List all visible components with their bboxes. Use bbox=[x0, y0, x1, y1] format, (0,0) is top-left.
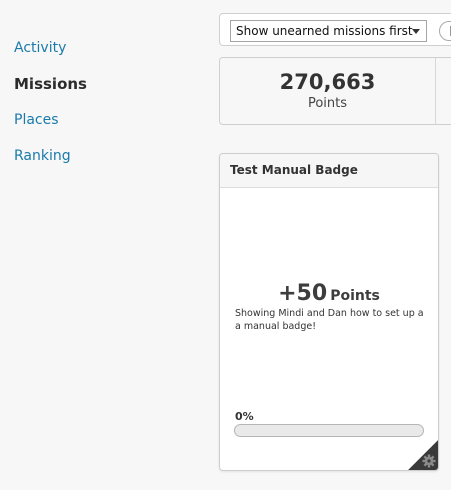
progress-bar bbox=[234, 424, 424, 437]
sidebar-item-places[interactable]: Places bbox=[14, 102, 87, 138]
chevron-down-icon bbox=[412, 29, 420, 34]
sidebar-item-missions[interactable]: Missions bbox=[14, 66, 87, 102]
badge-description: Showing Mindi and Dan how to set up a a … bbox=[235, 308, 424, 332]
reward-label: Points bbox=[330, 288, 380, 304]
progress-percent: 0% bbox=[235, 410, 254, 423]
view-toggle-button[interactable] bbox=[439, 21, 451, 41]
badge-reward: +50 Points bbox=[220, 281, 438, 306]
gear-icon[interactable] bbox=[408, 440, 438, 470]
filter-toolbar: Show unearned missions first bbox=[219, 13, 451, 46]
sidebar-nav: Activity Missions Places Ranking bbox=[14, 30, 87, 174]
points-label: Points bbox=[307, 96, 348, 111]
badge-card-title: Test Manual Badge bbox=[220, 154, 438, 188]
sidebar-item-activity[interactable]: Activity bbox=[14, 30, 87, 66]
reward-value: +50 bbox=[278, 281, 328, 306]
points-stat: 270,663 Points bbox=[220, 58, 436, 124]
badge-card[interactable]: Test Manual Badge +50 Points Showing Mind… bbox=[219, 153, 439, 471]
points-value: 270,663 bbox=[279, 70, 376, 94]
sidebar-item-ranking[interactable]: Ranking bbox=[14, 138, 87, 174]
sort-select[interactable]: Show unearned missions first bbox=[230, 20, 427, 42]
stats-panel: 270,663 Points bbox=[219, 57, 451, 125]
corner-fold-gear-graphic bbox=[408, 440, 438, 470]
sort-select-value: Show unearned missions first bbox=[236, 24, 413, 38]
